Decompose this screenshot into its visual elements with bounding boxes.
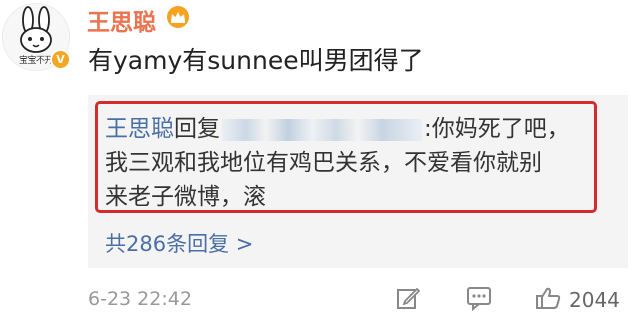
- verified-badge: V: [50, 49, 71, 70]
- timestamp: 6-23 22:42: [88, 288, 192, 310]
- comment-icon[interactable]: [465, 285, 493, 311]
- reply-text-part1: :你妈死了吧，: [424, 116, 570, 142]
- thumbs-up-icon[interactable]: [534, 285, 562, 311]
- edit-icon[interactable]: [395, 285, 421, 311]
- like-count: 2044: [569, 288, 620, 312]
- reply-author[interactable]: 王思聪: [105, 116, 174, 142]
- blurred-username: [222, 118, 422, 141]
- reply-line-2: 我三观和我地位有鸡巴关系，不爱看你就别: [105, 150, 542, 176]
- reply-word: 回复: [174, 116, 220, 142]
- username[interactable]: 王思聪: [87, 3, 156, 37]
- post-text: 有yamy有sunnee叫男团得了: [88, 46, 424, 75]
- reply-line-3: 来老子微博，滚: [105, 184, 266, 210]
- reply-line-1: 王思聪回复 :你妈死了吧，: [105, 109, 570, 143]
- reply-count-link[interactable]: 共286条回复 >: [105, 228, 253, 258]
- crown-icon: [167, 6, 189, 28]
